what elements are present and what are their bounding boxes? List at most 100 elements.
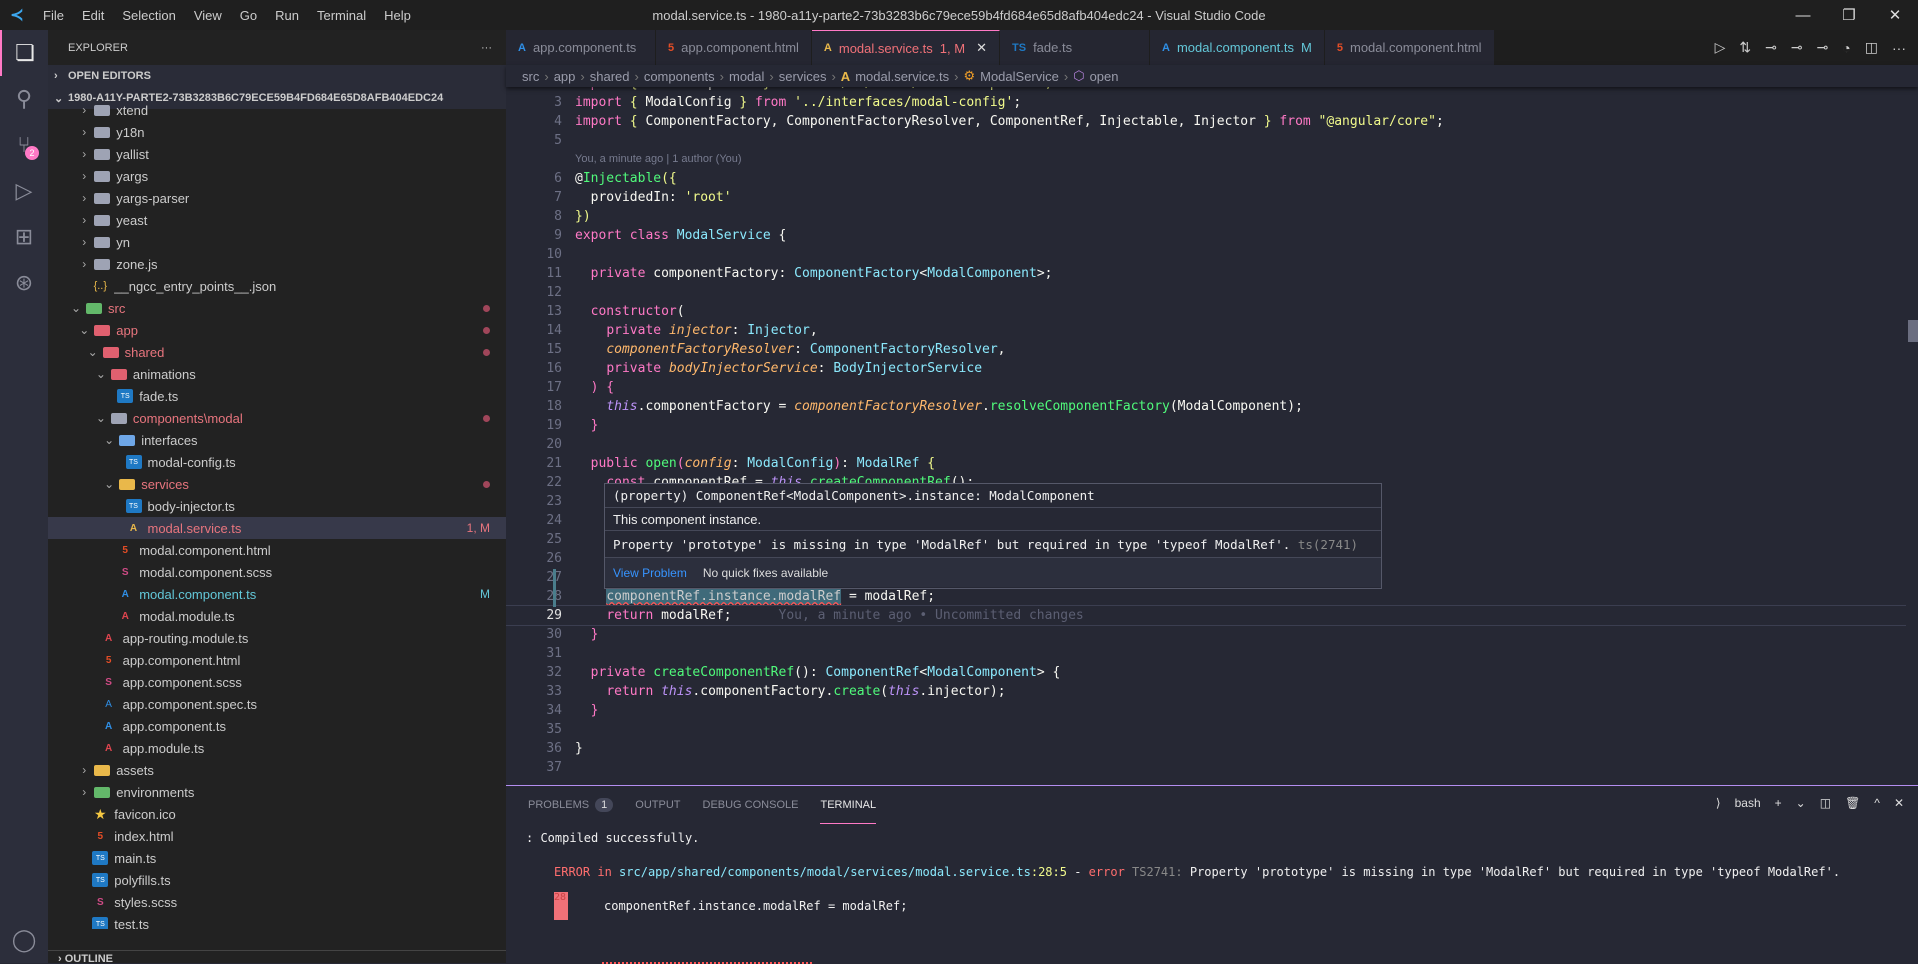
code-line[interactable]: 32 private createComponentRef(): Compone…: [506, 663, 1906, 682]
tree-item-folder[interactable]: › zone.js: [48, 253, 506, 275]
scrollbar[interactable]: [1908, 320, 1918, 342]
code-line[interactable]: 20: [506, 435, 1906, 454]
breadcrumb-item[interactable]: services: [779, 69, 827, 84]
tree-item-file[interactable]: Aapp-routing.module.ts: [48, 627, 506, 649]
timeline-icon[interactable]: ◔: [1842, 40, 1850, 56]
chevron-down-icon[interactable]: ⌄: [78, 323, 90, 337]
source-control-icon[interactable]: ⑂ 2: [0, 122, 48, 168]
tab-modal-service-ts[interactable]: Amodal.service.ts 1, M ✕: [811, 30, 1000, 65]
git-commit-icon[interactable]: ⊸: [1765, 39, 1777, 56]
menu-view[interactable]: View: [185, 8, 231, 23]
chevron-right-icon[interactable]: ›: [78, 103, 90, 117]
code-line[interactable]: 15 componentFactoryResolver: ComponentFa…: [506, 340, 1906, 359]
more-icon[interactable]: ···: [1892, 40, 1906, 56]
tab-modal-component-html[interactable]: 5 modal.component.html: [1324, 30, 1495, 65]
tree-item-file[interactable]: Amodal.component.ts M: [48, 583, 506, 605]
tree-item-file[interactable]: 5 index.html: [48, 825, 506, 847]
code-line[interactable]: 21 public open(config: ModalConfig): Mod…: [506, 454, 1906, 473]
chevron-down-icon[interactable]: ⌄: [103, 477, 115, 491]
chevron-right-icon[interactable]: ›: [78, 213, 90, 227]
code-line[interactable]: 11 private componentFactory: ComponentFa…: [506, 264, 1906, 283]
maximize-panel-icon[interactable]: ^: [1874, 796, 1880, 810]
tree-item-file[interactable]: Sapp.component.scss: [48, 671, 506, 693]
menu-run[interactable]: Run: [266, 8, 308, 23]
chevron-right-icon[interactable]: ›: [78, 235, 90, 249]
chevron-down-icon[interactable]: ⌄: [70, 301, 82, 315]
tree-item-folder[interactable]: › y18n: [48, 121, 506, 143]
close-panel-icon[interactable]: ✕: [1894, 796, 1904, 810]
menu-help[interactable]: Help: [375, 8, 420, 23]
menu-selection[interactable]: Selection: [113, 8, 184, 23]
code-line[interactable]: 5: [506, 131, 1906, 150]
code-line[interactable]: 3 import { ModalConfig } from '../interfa…: [506, 93, 1906, 112]
code-line[interactable]: 33 return this.componentFactory.create(t…: [506, 682, 1906, 701]
error-path[interactable]: src/app/shared/components/modal/services…: [619, 865, 1031, 879]
breadcrumb-item[interactable]: modal.service.ts: [855, 69, 949, 84]
menu-go[interactable]: Go: [231, 8, 266, 23]
tree-item-file[interactable]: TS fade.ts: [48, 385, 506, 407]
breadcrumb-item[interactable]: shared: [590, 69, 630, 84]
chevron-right-icon[interactable]: ›: [78, 191, 90, 205]
tree-item-folder[interactable]: ⌄ src: [48, 297, 506, 319]
breadcrumb-item[interactable]: ModalService: [980, 69, 1059, 84]
tree-item-file[interactable]: TS modal-config.ts: [48, 451, 506, 473]
code-line[interactable]: 28 componentRef.instance.modalRef = moda…: [506, 587, 1906, 606]
tree-item-folder[interactable]: › yallist: [48, 143, 506, 165]
next-change-icon[interactable]: ⊸: [1817, 39, 1829, 56]
code-line[interactable]: 14 private injector: Injector,: [506, 321, 1906, 340]
tree-item-file[interactable]: Aapp.module.ts: [48, 737, 506, 759]
more-actions-button[interactable]: ···: [481, 42, 492, 54]
minimize-button[interactable]: —: [1780, 0, 1826, 30]
tab-fade-ts[interactable]: TS fade.ts: [1000, 30, 1150, 65]
shell-name[interactable]: bash: [1735, 796, 1761, 810]
close-window-button[interactable]: ✕: [1872, 0, 1918, 30]
chevron-down-icon[interactable]: ⌄: [95, 411, 107, 425]
new-terminal-icon[interactable]: +: [1775, 796, 1782, 810]
tree-item-file[interactable]: Smodal.component.scss: [48, 561, 506, 583]
code-line[interactable]: 4 import { ComponentFactory, ComponentFac…: [506, 112, 1906, 131]
open-editors-section[interactable]: › OPEN EDITORS: [48, 65, 506, 87]
extensions-icon[interactable]: ⊞: [0, 214, 48, 260]
tree-item-folder[interactable]: ⌄ interfaces: [48, 429, 506, 451]
view-problem-link[interactable]: View Problem: [613, 566, 687, 580]
tab-app-component-ts[interactable]: Aapp.component.ts: [506, 30, 656, 65]
tree-item-file[interactable]: ★ favicon.ico: [48, 803, 506, 825]
code-line[interactable]: 36}: [506, 739, 1906, 758]
chevron-right-icon[interactable]: ›: [78, 147, 90, 161]
split-editor-icon[interactable]: ◫: [1865, 39, 1878, 56]
chevron-down-icon[interactable]: ⌄: [1796, 796, 1806, 810]
chevron-right-icon[interactable]: ›: [78, 785, 90, 799]
chevron-right-icon[interactable]: ›: [78, 763, 90, 777]
code-line[interactable]: 19 }: [506, 416, 1906, 435]
code-line[interactable]: 8}): [506, 207, 1906, 226]
account-icon[interactable]: ◯: [0, 917, 48, 963]
code-line[interactable]: 31: [506, 644, 1906, 663]
restore-button[interactable]: ❐: [1826, 0, 1872, 30]
menu-terminal[interactable]: Terminal: [308, 8, 375, 23]
close-tab-icon[interactable]: ✕: [976, 40, 987, 56]
search-icon[interactable]: ⚲: [0, 76, 48, 122]
tree-item-file[interactable]: Amodal.module.ts: [48, 605, 506, 627]
split-terminal-icon[interactable]: ◫: [1820, 796, 1831, 810]
tree-item-file[interactable]: TS body-injector.ts: [48, 495, 506, 517]
breadcrumb-item[interactable]: app: [554, 69, 576, 84]
tree-item-file[interactable]: 5 modal.component.html: [48, 539, 506, 561]
tree-item-file[interactable]: TS main.ts: [48, 847, 506, 869]
chevron-down-icon[interactable]: ⌄: [87, 345, 99, 359]
tree-item-file[interactable]: {..} __ngcc_entry_points__.json: [48, 275, 506, 297]
code-line[interactable]: 10: [506, 245, 1906, 264]
explorer-icon[interactable]: ❏: [0, 30, 48, 76]
previous-change-icon[interactable]: ⊸: [1791, 39, 1803, 56]
tree-item-folder[interactable]: ⌄ app: [48, 319, 506, 341]
code-line[interactable]: 18 this.componentFactory = componentFact…: [506, 397, 1906, 416]
menu-edit[interactable]: Edit: [73, 8, 113, 23]
outline-section[interactable]: › OUTLINE: [48, 950, 506, 963]
chevron-down-icon[interactable]: ⌄: [103, 433, 115, 447]
run-debug-icon[interactable]: ▷: [0, 168, 48, 214]
tree-item-file[interactable]: Sstyles.scss: [48, 891, 506, 913]
tab-modal-component-ts[interactable]: Amodal.component.ts M: [1150, 30, 1325, 65]
compare-changes-icon[interactable]: ⇅: [1739, 39, 1751, 56]
trash-icon[interactable]: 🗑: [1845, 796, 1860, 810]
panel-tab-problems[interactable]: PROBLEMS 1: [528, 786, 614, 824]
panel-tab-debug-console[interactable]: DEBUG CONSOLE: [703, 786, 799, 824]
